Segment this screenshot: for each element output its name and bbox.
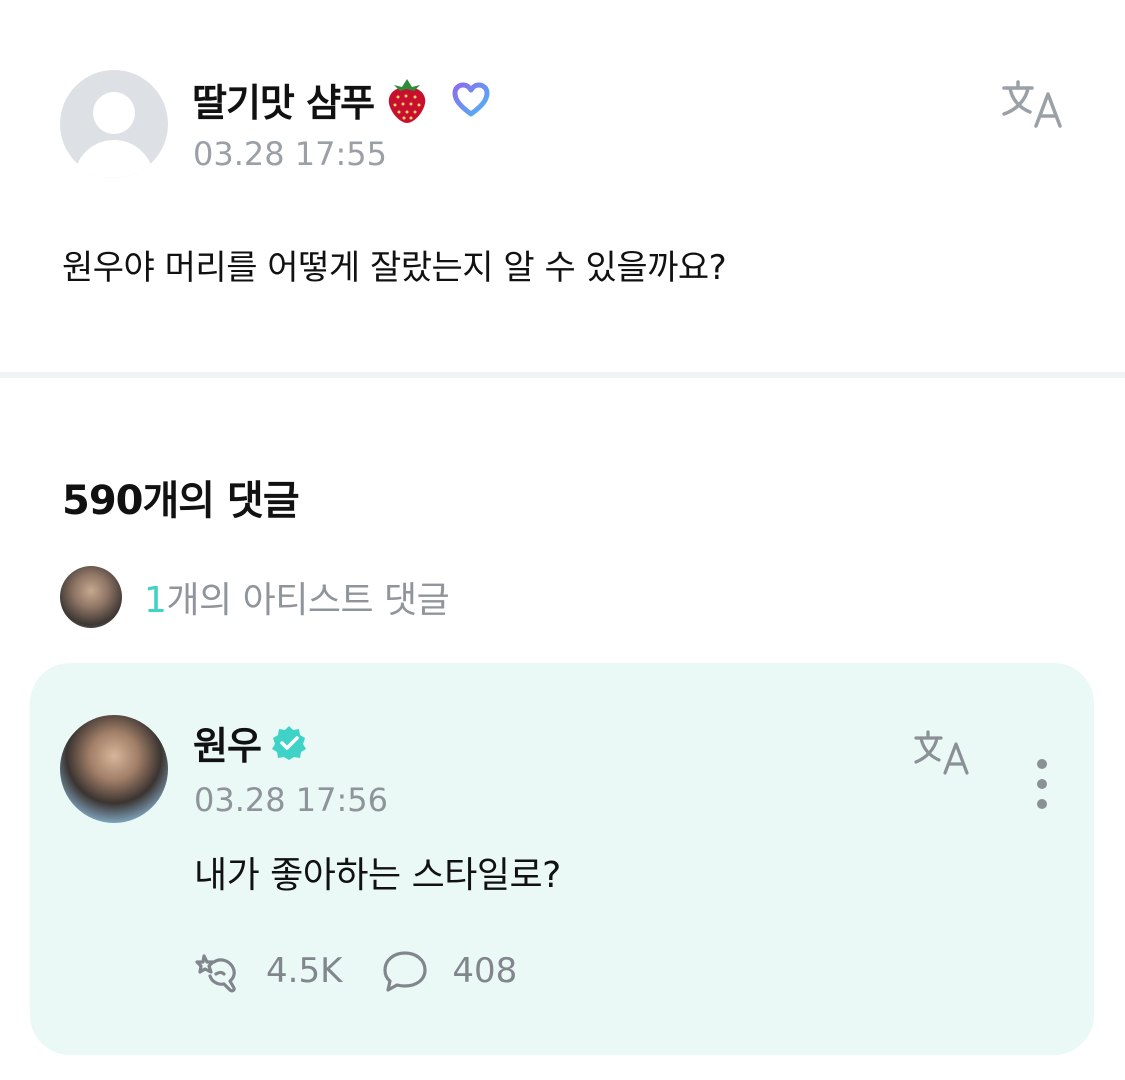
- more-dot: [1037, 799, 1047, 809]
- avatar-head-shape: [93, 92, 135, 134]
- comment-text: 내가 좋아하는 스타일로?: [194, 855, 561, 896]
- strawberry-emoji-icon: [388, 78, 426, 123]
- like-count: 4.5K: [266, 951, 343, 991]
- artist-comment-count: 1개의 아티스트 댓글: [144, 571, 450, 623]
- post-body-text: 원우야 머리를 어떻게 잘랐는지 알 수 있을까요?: [62, 248, 727, 288]
- section-divider: [0, 372, 1125, 378]
- artist-comment-card: 원우 03.28 17:56 내가 좋아하는 스타일로? 4.5K 408: [30, 663, 1094, 1055]
- artist-avatar-small: [60, 566, 122, 628]
- comment-author-name[interactable]: 원우: [193, 715, 262, 770]
- comment-actions: 4.5K 408: [194, 948, 555, 994]
- post-author-name[interactable]: 딸기맛 샴푸: [192, 72, 375, 127]
- heart-badge-icon: [452, 82, 490, 116]
- cheer-like-icon[interactable]: [194, 948, 244, 994]
- reply-count: 408: [452, 951, 518, 991]
- translate-icon[interactable]: [912, 729, 972, 777]
- comments-count-heading: 590개의 댓글: [62, 478, 300, 524]
- post-author-row: 딸기맛 샴푸: [192, 72, 492, 127]
- avatar-shoulders-shape: [74, 140, 154, 178]
- comment-author-row: 원우: [193, 715, 309, 770]
- artist-comment-count-number: 1: [144, 580, 167, 621]
- post: 딸기맛 샴푸 03.28 17:55 원우야 머리를 어떻게 잘랐는지 알 수 …: [0, 0, 1125, 372]
- artist-comment-count-label: 개의 아티스트 댓글: [166, 580, 450, 621]
- comment-bubble-icon[interactable]: [380, 948, 430, 994]
- comment-timestamp: 03.28 17:56: [194, 781, 388, 819]
- more-dot: [1037, 759, 1047, 769]
- translate-icon[interactable]: [1000, 78, 1066, 130]
- verified-check-icon: [271, 725, 306, 760]
- artist-comments-filter[interactable]: 1개의 아티스트 댓글: [60, 566, 450, 628]
- post-timestamp: 03.28 17:55: [193, 135, 387, 173]
- default-avatar[interactable]: [60, 70, 168, 178]
- more-options-icon[interactable]: [1032, 759, 1052, 839]
- more-dot: [1037, 779, 1047, 789]
- artist-avatar[interactable]: [60, 715, 168, 823]
